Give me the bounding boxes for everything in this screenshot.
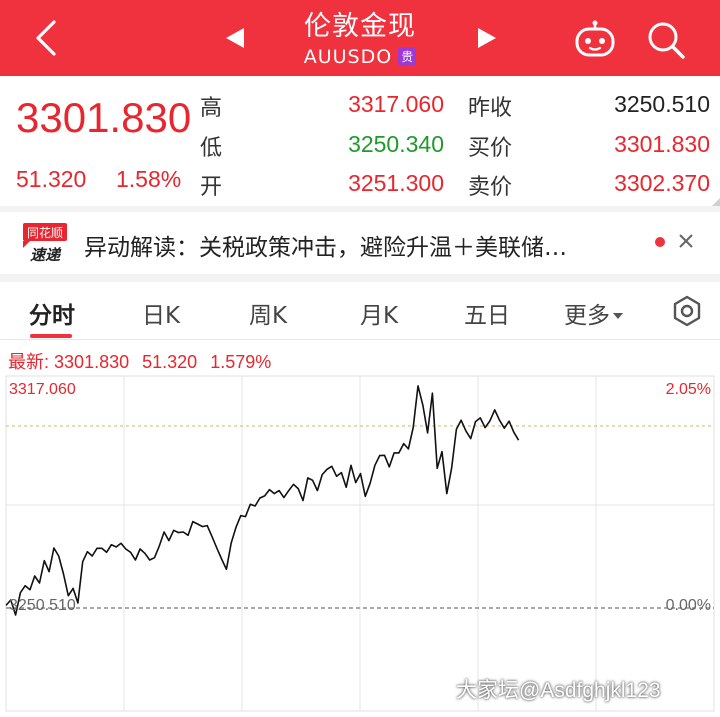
prev-close-label: 昨收 — [468, 96, 513, 121]
close-icon[interactable] — [676, 231, 696, 251]
latest-change-percent: 1.579% — [210, 352, 272, 372]
news-flash-logo: 同花顺 速递 — [23, 223, 67, 264]
tab-more-label: 更多 — [564, 303, 610, 329]
latest-label: 最新: — [8, 352, 50, 372]
quote-panel: 3301.830 51.320 1.58% 高 低 开 3317.060 325… — [0, 76, 720, 206]
latest-change: 51.320 — [142, 352, 198, 372]
tab-intraday[interactable]: 分时 — [29, 296, 75, 330]
ask-label: 卖价 — [468, 175, 513, 200]
expand-corner[interactable] — [712, 198, 720, 206]
tab-monthly-k[interactable]: 月K — [360, 296, 398, 330]
ask-value: 3302.370 — [614, 170, 710, 196]
chart-period-tabs: 分时 日K 周K 月K 五日 更多 — [0, 282, 720, 340]
y-tick-label-top-left: 3317.060 — [9, 381, 76, 398]
news-ticker[interactable]: 同花顺 速递 异动解读：关税政策冲击，避险升温＋美联储… — [0, 212, 720, 274]
robot-icon[interactable] — [574, 20, 616, 58]
bid-label: 买价 — [468, 136, 513, 161]
triangle-right-icon[interactable] — [476, 26, 498, 50]
category-tag: 贵 — [398, 47, 417, 66]
last-price: 3301.830 — [16, 94, 192, 141]
search-icon[interactable] — [646, 20, 686, 60]
tab-weekly-k[interactable]: 周K — [249, 296, 287, 330]
open-label: 开 — [200, 175, 223, 200]
active-tab-indicator — [30, 334, 72, 338]
settings-icon[interactable] — [670, 294, 704, 328]
news-logo-bottom: 速递 — [30, 246, 62, 264]
price-change-percent: 1.58% — [116, 166, 182, 192]
header-bar: 伦敦金现 AUUSDO 贵 — [0, 0, 720, 76]
prev-close-value: 3250.510 — [614, 91, 710, 117]
price-change: 51.320 — [16, 166, 87, 192]
tab-five-day[interactable]: 五日 — [464, 296, 510, 330]
price-line — [5, 385, 520, 616]
instrument-code: AUUSDO — [303, 46, 393, 68]
y-tick-label-top-right: 2.05% — [666, 381, 711, 398]
news-logo-top: 同花顺 — [27, 225, 63, 240]
caret-down-icon — [613, 313, 623, 319]
latest-price: 3301.830 — [54, 352, 130, 372]
y-tick-label-bottom-left: 3250.510 — [9, 597, 76, 614]
unread-dot — [655, 237, 665, 247]
tab-more[interactable]: 更多 — [564, 296, 623, 330]
intraday-chart[interactable]: 3317.060 3250.510 2.05% 0.00% — [0, 372, 720, 717]
latest-quote-line: 最新: 3301.830 51.320 1.579% — [8, 348, 271, 374]
bid-value: 3301.830 — [614, 131, 710, 157]
y-tick-label-bottom-right: 0.00% — [666, 597, 711, 614]
open-value: 3251.300 — [348, 170, 444, 196]
high-value: 3317.060 — [348, 91, 444, 117]
news-headline[interactable]: 异动解读：关税政策冲击，避险升温＋美联储… — [84, 228, 644, 262]
watermark: 大家坛@Asdfghjkl123 — [456, 679, 661, 702]
tab-daily-k[interactable]: 日K — [142, 296, 180, 330]
high-label: 高 — [200, 96, 223, 121]
low-value: 3250.340 — [348, 131, 444, 157]
divider — [0, 274, 720, 282]
low-label: 低 — [200, 136, 223, 161]
